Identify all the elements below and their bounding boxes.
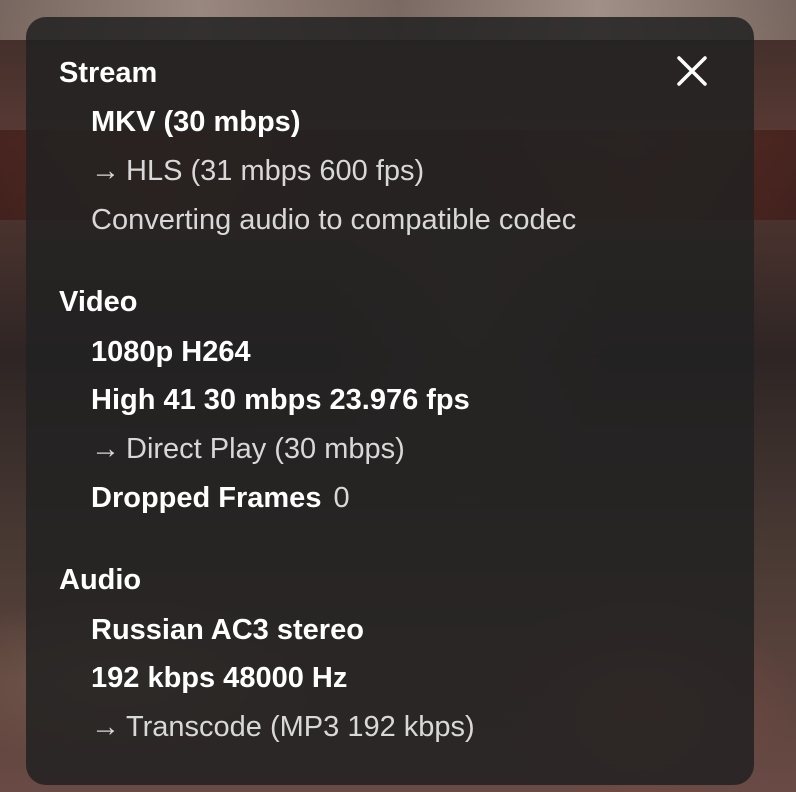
stream-target: → HLS (31 mbps 600 fps) xyxy=(91,155,424,188)
arrow-right-icon: → xyxy=(91,433,120,465)
audio-details: 192 kbps 48000 Hz xyxy=(91,662,348,694)
video-decision: → Direct Play (30 mbps) xyxy=(91,433,405,466)
audio-decision-text: Transcode (MP3 192 kbps) xyxy=(126,711,475,743)
stream-target-text: HLS (31 mbps 600 fps) xyxy=(126,155,425,187)
dropped-frames: Dropped Frames 0 xyxy=(91,482,350,515)
dropped-frames-label: Dropped Frames xyxy=(91,482,322,514)
arrow-right-icon: → xyxy=(91,155,120,187)
stream-container: MKV (30 mbps) xyxy=(91,106,301,138)
video-profile: High 41 30 mbps 23.976 fps xyxy=(91,384,470,416)
close-x-icon xyxy=(677,56,707,86)
dropped-frames-value: 0 xyxy=(333,482,350,514)
arrow-right-icon: → xyxy=(91,711,120,743)
stream-note: Converting audio to compatible codec xyxy=(91,204,577,236)
audio-decision: → Transcode (MP3 192 kbps) xyxy=(91,711,475,744)
playback-info-panel: Stream MKV (30 mbps) → HLS (31 mbps 600 f… xyxy=(26,17,754,785)
video-section-title: Video xyxy=(59,286,138,318)
close-button[interactable] xyxy=(674,53,710,89)
audio-track: Russian AC3 stereo xyxy=(91,614,364,646)
audio-section-title: Audio xyxy=(59,564,142,596)
stream-section-title: Stream xyxy=(59,57,158,89)
video-resolution-codec: 1080p H264 xyxy=(91,336,251,368)
video-decision-text: Direct Play (30 mbps) xyxy=(126,433,405,465)
